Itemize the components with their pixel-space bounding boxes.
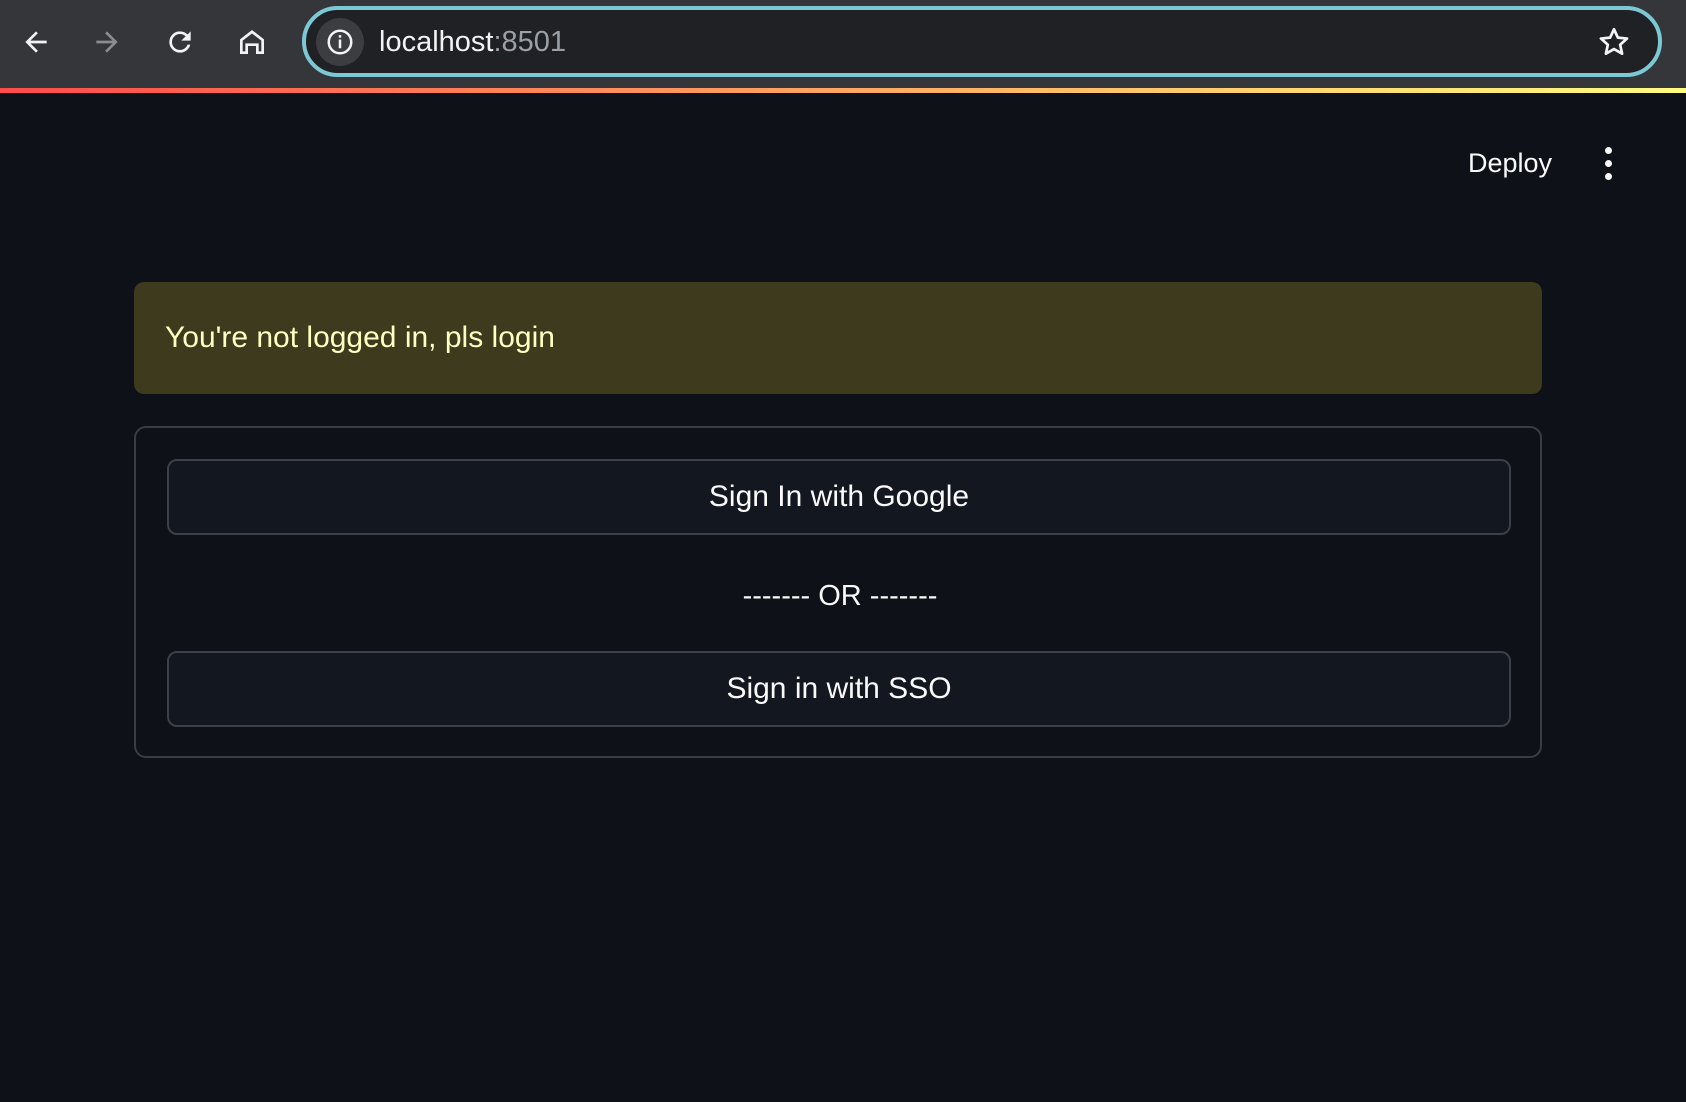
reload-icon	[169, 31, 191, 53]
info-icon	[327, 29, 353, 55]
home-button[interactable]	[224, 14, 280, 70]
vertical-dots-icon	[1604, 159, 1612, 167]
back-button[interactable]	[8, 14, 64, 70]
vertical-dots-icon	[1604, 146, 1612, 154]
forward-button[interactable]	[79, 14, 135, 70]
url-host: localhost	[379, 26, 494, 58]
url-text[interactable]: localhost:8501	[379, 24, 566, 60]
url-port: :8501	[493, 26, 567, 58]
star-icon	[1599, 27, 1629, 56]
deploy-button[interactable]: Deploy	[1460, 140, 1560, 186]
warning-alert: You're not logged in, pls login	[134, 282, 1542, 394]
sign-in-sso-button[interactable]: Sign in with SSO	[167, 651, 1511, 727]
forward-arrow-icon	[96, 31, 118, 53]
site-info-button[interactable]	[316, 18, 364, 66]
home-icon	[240, 30, 264, 54]
back-arrow-icon	[25, 31, 47, 53]
bookmark-button[interactable]	[1592, 20, 1636, 64]
browser-toolbar: localhost:8501	[0, 0, 1686, 88]
app-decoration-bar	[0, 88, 1686, 93]
main-menu-button[interactable]	[1588, 138, 1628, 188]
alert-message: You're not logged in, pls login	[165, 321, 555, 354]
sign-in-google-button[interactable]: Sign In with Google	[167, 459, 1511, 535]
login-container: Sign In with Google ------- OR ------- S…	[134, 426, 1542, 758]
or-divider: ------- OR -------	[742, 580, 938, 612]
reload-button[interactable]	[152, 14, 208, 70]
vertical-dots-icon	[1604, 172, 1612, 180]
address-bar[interactable]: localhost:8501	[302, 6, 1662, 77]
